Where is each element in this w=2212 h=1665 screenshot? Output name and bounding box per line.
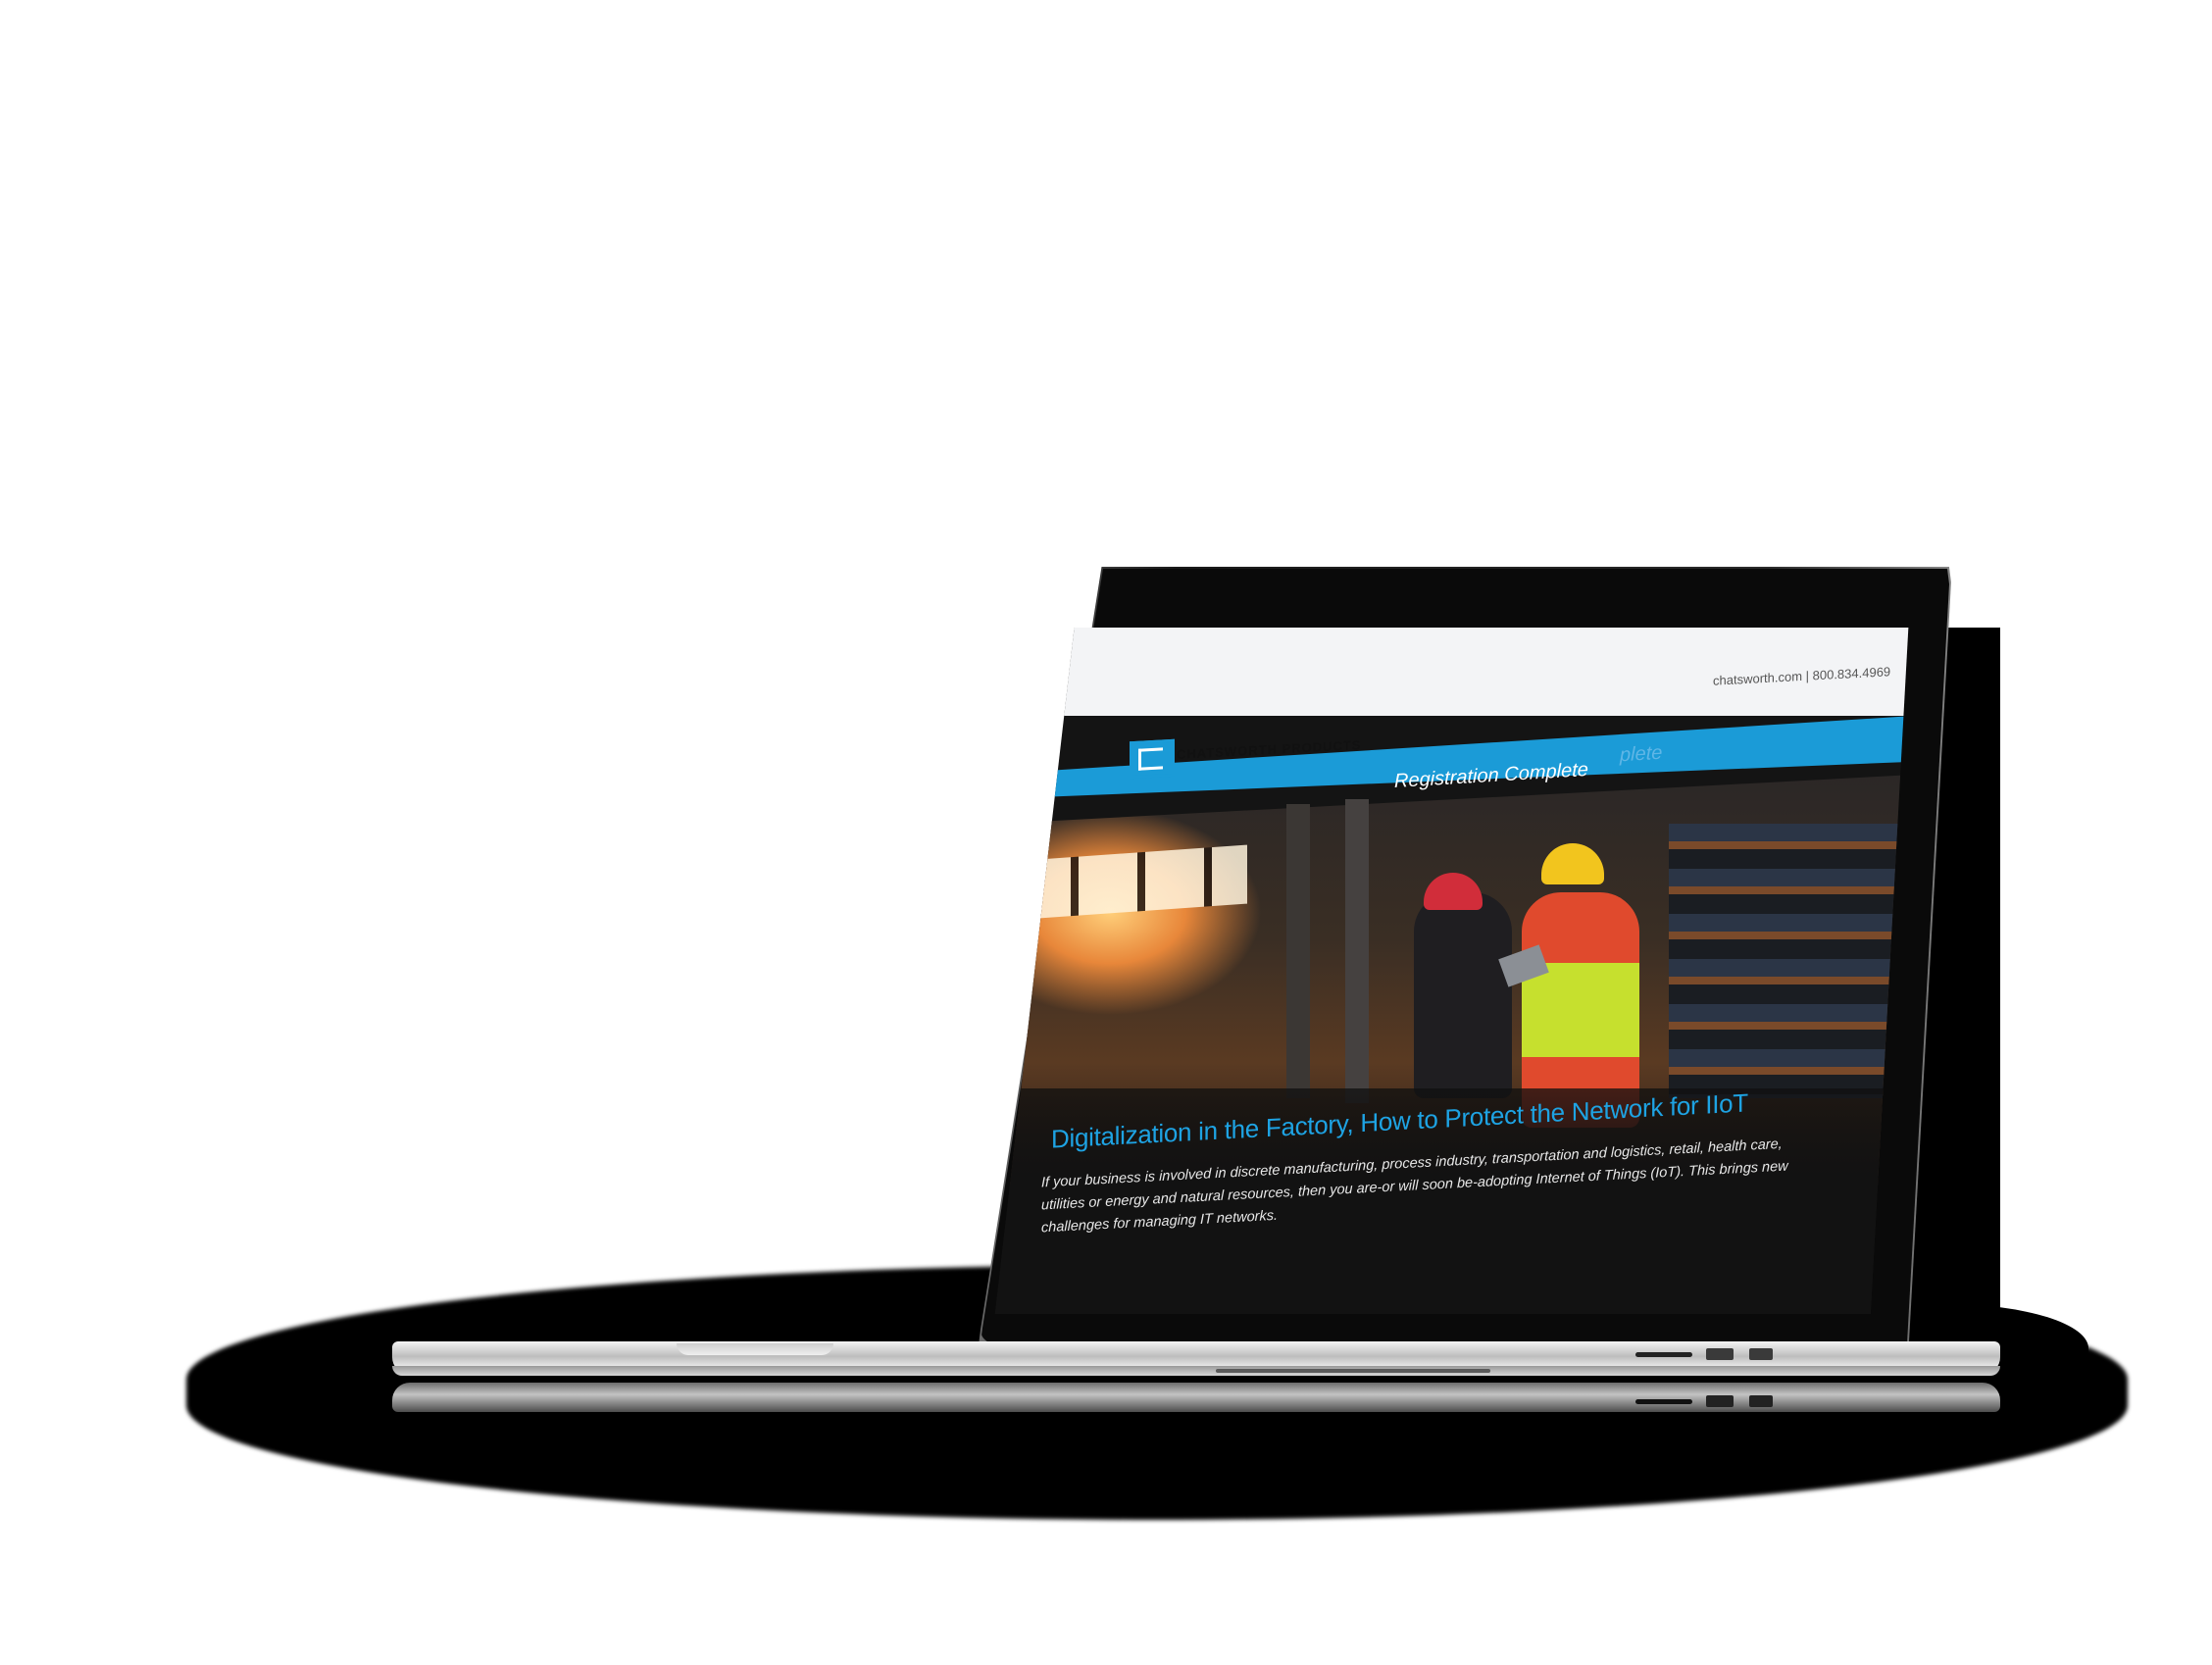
sd-card-slot-icon [1635,1352,1692,1357]
reflection-port-2 [1749,1395,1773,1407]
laptop-screen: chatsworth.com | 800.834.4969 plete Regi… [994,628,1909,1314]
hero-forklift-mast-2 [1345,799,1369,1103]
hero-worker-left [1414,892,1512,1098]
reflection-port [1706,1395,1734,1407]
hero-forklift-mast [1286,804,1310,1098]
chatsworth-logo-icon[interactable] [1130,738,1175,780]
base-vent [1216,1369,1490,1373]
usb-port-2-icon [1749,1348,1773,1360]
header-contact-link[interactable]: chatsworth.com | 800.834.4969 [1713,664,1890,687]
banner-ghost-title: plete [1620,741,1663,767]
reflection-slot [1635,1399,1692,1404]
site-header: chatsworth.com | 800.834.4969 [994,628,1909,716]
usb-port-icon [1706,1348,1734,1360]
laptop-base-front [392,1366,2000,1376]
hero-storage-racks [1669,824,1904,1098]
lid-opening-notch [677,1343,833,1355]
